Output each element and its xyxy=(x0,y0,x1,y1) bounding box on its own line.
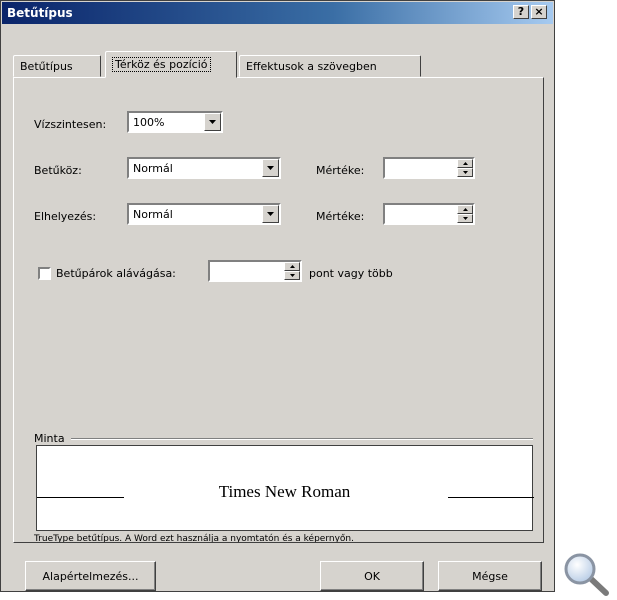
cancel-button[interactable]: Mégse xyxy=(438,561,542,591)
tab-panel xyxy=(13,77,544,543)
default-button[interactable]: Alapértelmezés... xyxy=(25,561,156,591)
font-dialog: Betűtípus ? × Betűtípus Térköz és pozíci… xyxy=(0,0,555,592)
window-title: Betűtípus xyxy=(7,6,73,20)
magnifier-icon[interactable] xyxy=(562,552,612,597)
tab-spacing-position[interactable]: Térköz és pozíció xyxy=(105,51,237,78)
tab-spacing-position-label: Térköz és pozíció xyxy=(112,57,211,72)
close-button[interactable]: × xyxy=(531,5,547,19)
tab-text-effects[interactable]: Effektusok a szövegben xyxy=(239,55,421,77)
help-button[interactable]: ? xyxy=(513,5,529,19)
title-bar[interactable]: Betűtípus ? × xyxy=(2,2,553,24)
tab-text-effects-label: Effektusok a szövegben xyxy=(246,60,377,73)
tab-font[interactable]: Betűtípus xyxy=(13,55,101,77)
ok-button[interactable]: OK xyxy=(320,561,424,591)
tab-font-label: Betűtípus xyxy=(20,60,73,73)
